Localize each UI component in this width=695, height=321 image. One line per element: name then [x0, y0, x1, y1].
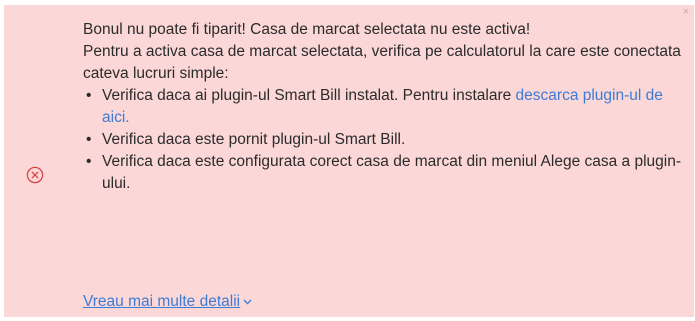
list-item: • Verifica daca ai plugin-ul Smart Bill … — [83, 85, 683, 129]
list-item-text: Verifica daca este pornit plugin-ul Smar… — [102, 131, 406, 148]
list-item-text: Verifica daca este configurata corect ca… — [102, 153, 681, 192]
error-circle-x-icon — [26, 166, 44, 184]
chevron-down-icon — [243, 299, 252, 305]
more-details-label: Vreau mai multe detalii — [83, 293, 241, 310]
close-icon[interactable]: × — [683, 7, 689, 18]
steps-list: • Verifica daca ai plugin-ul Smart Bill … — [83, 85, 683, 195]
list-item: • Verifica daca este pornit plugin-ul Sm… — [83, 129, 683, 151]
error-alert: × Bonul nu poate fi tiparit! Casa de mar… — [4, 5, 694, 317]
alert-title: Bonul nu poate fi tiparit! Casa de marca… — [83, 21, 531, 38]
alert-description: Pentru a activa casa de marcat selectata… — [83, 43, 681, 82]
list-item-text: Verifica daca ai plugin-ul Smart Bill in… — [102, 87, 516, 104]
bullet-icon: • — [86, 153, 92, 170]
more-details-link[interactable]: Vreau mai multe detalii — [83, 292, 252, 312]
bullet-icon: • — [86, 87, 92, 104]
list-item: • Verifica daca este configurata corect … — [83, 151, 683, 195]
alert-message: Bonul nu poate fi tiparit! Casa de marca… — [83, 19, 683, 195]
bullet-icon: • — [86, 131, 92, 148]
